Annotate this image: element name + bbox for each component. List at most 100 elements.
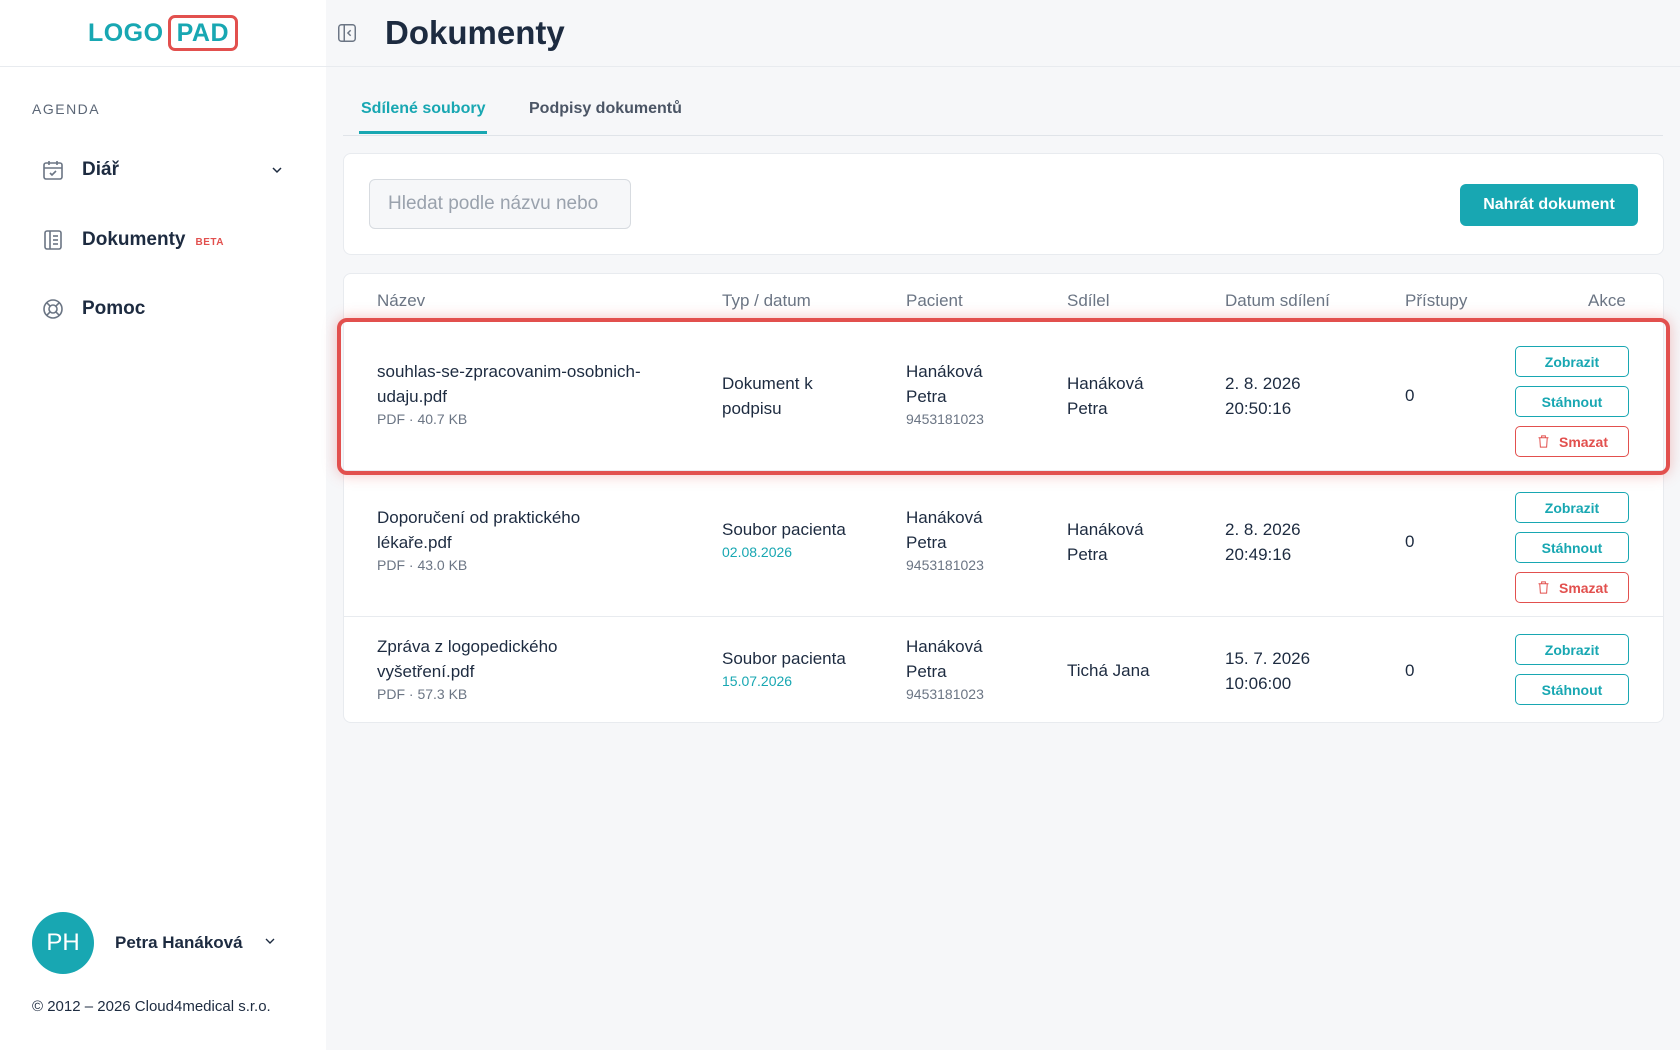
column-header-datum-sdileni[interactable]: Datum sdílení (1225, 291, 1330, 311)
document-icon (40, 227, 66, 253)
delete-label: Smazat (1558, 433, 1609, 450)
view-button[interactable]: Zobrazit (1515, 346, 1629, 377)
shared-date-time: 10:06:00 (1225, 674, 1292, 693)
column-header-pacient[interactable]: Pacient (906, 291, 963, 311)
logo[interactable]: LOGO PAD (87, 15, 239, 51)
upload-document-button[interactable]: Nahrát dokument (1460, 184, 1638, 226)
sidebar-item-pomoc[interactable]: Pomoc (40, 296, 145, 322)
download-button[interactable]: Stáhnout (1515, 674, 1629, 705)
access-count: 0 (1405, 661, 1415, 680)
search-input[interactable] (369, 179, 631, 229)
patient: Hanáková Petra 9453181023 (906, 359, 984, 429)
type-line: Dokument k (722, 374, 813, 393)
trash-icon (1538, 435, 1549, 448)
file-meta: PDF · 43.0 KB (377, 557, 468, 573)
shared-date: 2. 8. 2026 20:49:16 (1225, 517, 1301, 567)
shared-date-time: 20:50:16 (1225, 399, 1292, 418)
avatar: PH (32, 912, 94, 974)
table-row: Zpráva z logopedického vyšetření.pdf PDF… (344, 616, 1663, 722)
trash-icon (1538, 581, 1549, 594)
shared-date-day: 2. 8. 2026 (1225, 520, 1301, 539)
shared-date-day: 2. 8. 2026 (1225, 374, 1301, 393)
type-line: podpisu (722, 399, 782, 418)
documents-table: Název Typ / datum Pacient Sdílel Datum s… (343, 273, 1664, 723)
file-name-line: Doporučení od praktického (377, 508, 581, 527)
file-name[interactable]: souhlas-se-zpracovanim-osobnich- udaju.p… (377, 359, 641, 429)
chevron-down-icon[interactable] (262, 933, 278, 954)
sidebar-item-label: Pomoc (82, 298, 146, 319)
document-type: Dokument k podpisu (722, 371, 813, 421)
patient-id: 9453181023 (906, 557, 984, 573)
logo-text-pad: PAD (167, 15, 239, 51)
document-type: Soubor pacienta 02.08.2026 (722, 517, 846, 562)
sidebar: LOGO PAD AGENDA Diář Dokumenty BETA Pomo… (0, 0, 326, 1050)
patient-surname: Hanáková (906, 508, 983, 527)
patient-id: 9453181023 (906, 686, 984, 702)
download-button[interactable]: Stáhnout (1515, 532, 1629, 563)
tab-bar: Sdílené soubory Podpisy dokumentů (343, 96, 1663, 136)
sidebar-collapse-icon[interactable] (336, 22, 360, 46)
access-count: 0 (1405, 532, 1415, 551)
file-meta: PDF · 57.3 KB (377, 686, 468, 702)
file-name-line: vyšetření.pdf (377, 662, 475, 681)
sidebar-item-label: Dokumenty (82, 229, 186, 250)
sidebar-item-dokumenty[interactable]: Dokumenty BETA (40, 227, 224, 253)
beta-badge: BETA (195, 236, 224, 248)
file-meta: PDF · 40.7 KB (377, 411, 468, 427)
patient-surname: Hanáková (906, 637, 983, 656)
type-date: 02.08.2026 (722, 544, 793, 560)
view-button[interactable]: Zobrazit (1515, 634, 1629, 665)
user-menu[interactable]: PH Petra Hanáková (32, 912, 292, 974)
tab-podpisy-dokumentu[interactable]: Podpisy dokumentů (529, 100, 682, 131)
file-name-line: udaju.pdf (377, 387, 447, 406)
sidebar-item-label: Diář (82, 159, 119, 180)
shared-date: 15. 7. 2026 10:06:00 (1225, 646, 1310, 696)
view-button[interactable]: Zobrazit (1515, 492, 1629, 523)
shared-by: Hanáková Petra (1067, 371, 1144, 421)
patient: Hanáková Petra 9453181023 (906, 634, 984, 704)
type-line: Soubor pacienta (722, 649, 846, 668)
shared-by-line: Petra (1067, 545, 1108, 564)
shared-date-day: 15. 7. 2026 (1225, 649, 1311, 668)
table-row: souhlas-se-zpracovanim-osobnich- udaju.p… (344, 324, 1663, 470)
shared-by-line: Tichá Jana (1067, 661, 1150, 680)
logo-text-logo: LOGO (87, 18, 164, 47)
file-name[interactable]: Doporučení od praktického lékaře.pdf PDF… (377, 505, 580, 575)
delete-button[interactable]: Smazat (1515, 572, 1629, 603)
column-header-pristupy[interactable]: Přístupy (1405, 291, 1467, 311)
calendar-icon (40, 157, 66, 183)
section-label-agenda: AGENDA (32, 101, 101, 117)
patient-surname: Hanáková (906, 362, 983, 381)
chevron-down-icon[interactable] (264, 157, 290, 183)
page-title: Dokumenty (385, 14, 565, 51)
user-name: Petra Hanáková (115, 933, 243, 952)
file-name-line: lékaře.pdf (377, 533, 452, 552)
delete-button[interactable]: Smazat (1515, 426, 1629, 457)
shared-by-line: Hanáková (1067, 520, 1144, 539)
search-card: Nahrát dokument (343, 153, 1664, 255)
shared-by: Tichá Jana (1067, 658, 1150, 683)
lifebuoy-icon (40, 296, 66, 322)
shared-date-time: 20:49:16 (1225, 545, 1292, 564)
shared-by-line: Hanáková (1067, 374, 1144, 393)
patient: Hanáková Petra 9453181023 (906, 505, 984, 575)
patient-firstname: Petra (906, 533, 947, 552)
sidebar-item-diar[interactable]: Diář (40, 157, 290, 183)
download-button[interactable]: Stáhnout (1515, 386, 1629, 417)
shared-date: 2. 8. 2026 20:50:16 (1225, 371, 1301, 421)
type-line: Soubor pacienta (722, 520, 846, 539)
tab-sdilene-soubory[interactable]: Sdílené soubory (359, 100, 488, 134)
column-header-sdilel[interactable]: Sdílel (1067, 291, 1110, 311)
column-header-akce: Akce (1588, 291, 1626, 310)
topbar: Dokumenty (326, 0, 1680, 67)
column-header-typ-datum[interactable]: Typ / datum (722, 291, 811, 311)
shared-by-line: Petra (1067, 399, 1108, 418)
type-date: 15.07.2026 (722, 673, 793, 689)
column-header-nazev[interactable]: Název (377, 291, 425, 311)
file-name[interactable]: Zpráva z logopedického vyšetření.pdf PDF… (377, 634, 558, 704)
copyright: © 2012 – 2026 Cloud4medical s.r.o. (32, 998, 271, 1015)
logo-area: LOGO PAD (0, 0, 326, 67)
patient-firstname: Petra (906, 662, 947, 681)
file-name-line: Zpráva z logopedického (377, 637, 558, 656)
file-name-line: souhlas-se-zpracovanim-osobnich- (377, 362, 641, 381)
